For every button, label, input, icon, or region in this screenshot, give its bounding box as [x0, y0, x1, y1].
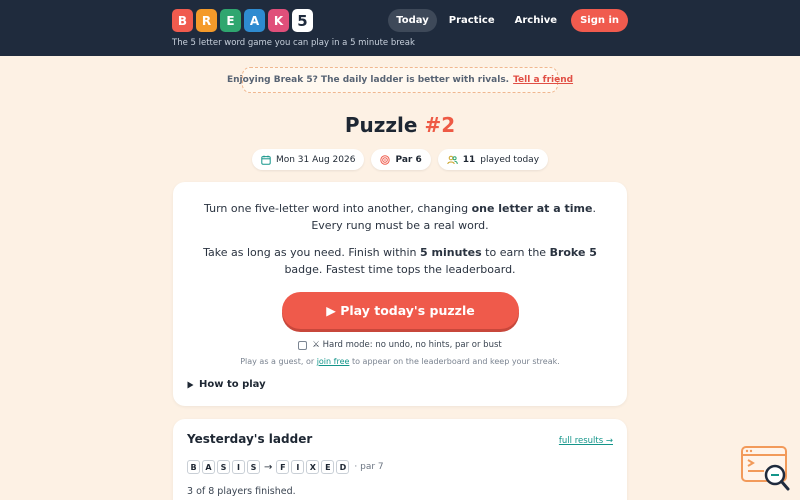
main-nav: Today Practice Archive Sign in	[388, 9, 628, 32]
sign-in-button[interactable]: Sign in	[571, 9, 628, 32]
full-results-link[interactable]: full results →	[559, 436, 613, 446]
search-document-icon	[741, 446, 790, 491]
ladder-letter: I	[291, 460, 305, 474]
intro-text: to earn the	[481, 246, 550, 259]
puzzle-meta: Mon 31 Aug 2026 Par 6 11 played today	[0, 149, 800, 170]
ladder-letter: B	[187, 460, 200, 474]
ladder-letter: I	[232, 460, 245, 474]
title-prefix: Puzzle	[344, 113, 418, 137]
guest-note: Play as a guest, or join free to appear …	[173, 357, 627, 366]
tell-a-friend-link[interactable]: Tell a friend	[513, 75, 573, 85]
how-to-play-toggle[interactable]: How to play	[187, 379, 266, 390]
badge-name: Broke 5	[549, 246, 597, 259]
players-icon	[447, 155, 458, 164]
logo-tile-e: E	[220, 9, 241, 32]
ladder-par: · par 7	[354, 462, 384, 472]
intro-text: Take as long as you need. Finish within	[203, 246, 421, 259]
played-pill: 11 played today	[437, 149, 549, 170]
yesterday-title: Yesterday's ladder	[187, 432, 313, 446]
yesterday-ladder: B A S I S → F I X E D · par 7	[187, 460, 384, 474]
finished-count: 3 of 8 players finished.	[187, 486, 296, 497]
puzzle-number: #2	[424, 113, 456, 137]
logo-tile-k: K	[268, 9, 289, 32]
page-title: Puzzle #2	[0, 113, 800, 137]
calendar-icon	[261, 155, 271, 165]
yesterday-card: Yesterday's ladder full results → B A S …	[173, 419, 627, 500]
intro-paragraph-1: Turn one five-letter word into another, …	[173, 200, 627, 234]
puzzle-card: Turn one five-letter word into another, …	[173, 182, 627, 406]
ladder-letter: D	[336, 460, 350, 474]
par-pill: Par 6	[371, 149, 431, 170]
intro-emphasis: 5 minutes	[420, 246, 482, 259]
hard-mode-label[interactable]: ⚔ Hard mode: no undo, no hints, par or b…	[312, 340, 501, 350]
played-count: 11	[462, 154, 476, 165]
logo-tile-a: A	[244, 9, 265, 32]
feedback-widget[interactable]	[740, 445, 792, 493]
ladder-arrow: →	[264, 461, 273, 473]
triangle-right-icon	[187, 381, 194, 388]
hard-mode-option[interactable]: ⚔ Hard mode: no undo, no hints, par or b…	[173, 340, 627, 350]
played-suffix: played today	[480, 154, 540, 165]
join-free-link[interactable]: join free	[317, 357, 350, 366]
puzzle-date: Mon 31 Aug 2026	[275, 154, 356, 165]
ladder-letter: E	[321, 460, 335, 474]
date-pill: Mon 31 Aug 2026	[251, 149, 365, 170]
guest-text: Play as a guest, or	[240, 357, 317, 366]
intro-text: badge. Fastest time tops the leaderboard…	[284, 263, 516, 276]
play-puzzle-button[interactable]: ▶ Play today's puzzle	[282, 292, 519, 329]
target-icon	[380, 154, 391, 165]
logo-tile-b: B	[172, 9, 193, 32]
intro-emphasis: one letter at a time	[471, 202, 593, 215]
promo-banner: Enjoying Break 5? The daily ladder is be…	[227, 67, 573, 93]
par-value: Par 6	[395, 154, 422, 165]
brand-logo[interactable]: B R E A K 5	[172, 9, 313, 32]
guest-text: to appear on the leaderboard and keep yo…	[349, 357, 560, 366]
ladder-letter: F	[276, 460, 290, 474]
ladder-letter: S	[217, 460, 230, 474]
site-header: B R E A K 5 The 5 letter word game you c…	[0, 0, 800, 56]
brand-tagline: The 5 letter word game you can play in a…	[172, 38, 415, 48]
ladder-letter: A	[202, 460, 215, 474]
nav-today[interactable]: Today	[388, 9, 437, 32]
ladder-letter: S	[247, 460, 260, 474]
how-to-play-label[interactable]: How to play	[199, 379, 266, 390]
hard-mode-checkbox[interactable]	[298, 340, 308, 350]
logo-tile-r: R	[196, 9, 217, 32]
nav-archive[interactable]: Archive	[507, 9, 565, 32]
intro-text: Turn one five-letter word into another, …	[204, 202, 472, 215]
intro-paragraph-2: Take as long as you need. Finish within …	[173, 244, 627, 278]
promo-text: Enjoying Break 5? The daily ladder is be…	[226, 75, 510, 85]
nav-practice[interactable]: Practice	[441, 9, 503, 32]
ladder-letter: X	[306, 460, 320, 474]
logo-tile-5: 5	[292, 9, 313, 32]
